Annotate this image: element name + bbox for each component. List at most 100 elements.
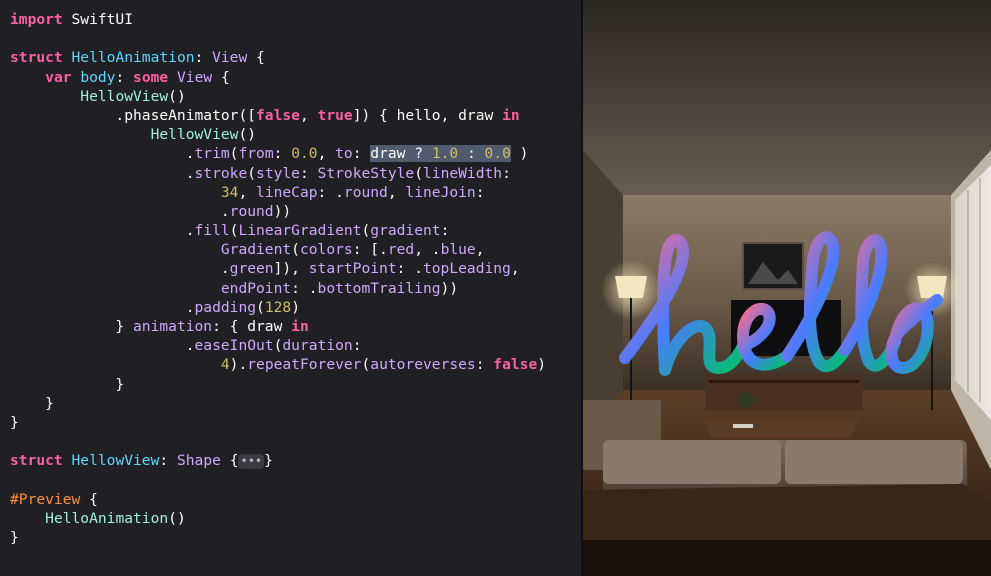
code-token: SwiftUI — [62, 11, 134, 28]
code-token: ( — [361, 356, 371, 374]
code-token: fill — [194, 222, 230, 240]
swift-source-code[interactable]: import SwiftUI struct HelloAnimation: Vi… — [10, 10, 546, 547]
lamp-shade-left — [615, 276, 647, 298]
code-token: topLeading — [422, 260, 511, 278]
table-object — [733, 424, 753, 428]
code-line[interactable]: } — [10, 375, 546, 394]
code-token: lineCap — [256, 183, 318, 201]
code-token: round — [343, 183, 388, 201]
code-token: false — [493, 356, 538, 374]
code-token: View — [177, 68, 213, 86]
code-token: ( — [414, 164, 423, 182]
code-token: struct — [10, 49, 63, 67]
code-line[interactable]: var body: some View { — [10, 68, 546, 87]
code-line[interactable] — [10, 471, 546, 490]
code-token: , — [317, 145, 336, 163]
code-token: lineJoin — [405, 183, 476, 201]
code-token: from — [238, 145, 274, 163]
code-token: . — [10, 202, 230, 220]
code-line[interactable]: } — [10, 528, 546, 547]
code-line[interactable]: .easeInOut(duration: — [10, 336, 546, 355]
code-token: : . — [291, 279, 318, 297]
code-line[interactable]: struct HelloAnimation: View { — [10, 48, 546, 67]
code-line[interactable] — [10, 432, 546, 451]
code-line[interactable]: .green]), startPoint: .topLeading, — [10, 259, 546, 278]
code-line[interactable]: HellowView() — [10, 87, 546, 106]
sofa-cushion-left — [603, 440, 781, 484]
code-token: 1.0 — [431, 145, 459, 163]
code-line[interactable]: .stroke(style: StrokeStyle(lineWidth: — [10, 164, 546, 183]
code-line[interactable]: .fill(LinearGradient(gradient: — [10, 221, 546, 240]
code-token: HelloAnimation — [45, 509, 169, 527]
code-line[interactable]: } animation: { draw in — [10, 317, 546, 336]
code-token: 128 — [264, 298, 292, 316]
code-token: HellowView — [71, 452, 160, 470]
code-token: #Preview — [10, 490, 81, 508]
code-token: } — [10, 375, 125, 393]
code-line[interactable]: } — [10, 413, 546, 432]
code-token: ) — [510, 145, 529, 163]
code-line[interactable]: HellowView() — [10, 125, 546, 144]
code-token: draw ? — [370, 145, 432, 163]
code-line[interactable]: import SwiftUI — [10, 10, 546, 29]
code-token: : — [458, 145, 485, 163]
code-token: : . — [396, 260, 423, 278]
code-token: round — [229, 202, 274, 220]
code-token: padding — [194, 298, 257, 316]
code-token: endPoint — [220, 279, 292, 297]
code-editor[interactable]: import SwiftUI struct HelloAnimation: Vi… — [0, 0, 581, 576]
code-line[interactable]: endPoint: .bottomTrailing)) — [10, 279, 546, 298]
code-token: . — [10, 260, 230, 278]
code-token: ( — [291, 241, 300, 259]
code-line[interactable]: 4).repeatForever(autoreverses: false) — [10, 355, 546, 374]
code-token: easeInOut — [194, 337, 274, 355]
code-token: : — [475, 183, 485, 201]
code-token: Gradient — [220, 241, 292, 259]
code-token: } — [10, 413, 19, 431]
code-token: { — [212, 68, 230, 86]
code-token: in — [502, 106, 520, 124]
code-token: . — [10, 164, 195, 182]
code-line[interactable]: .phaseAnimator([false, true]) { hello, d… — [10, 106, 546, 125]
code-line[interactable]: struct HellowView: Shape {•••} — [10, 451, 546, 470]
code-token: .phaseAnimator([ — [10, 106, 257, 124]
code-token: . — [10, 337, 195, 355]
code-token: : — [352, 337, 362, 355]
code-token: StrokeStyle — [317, 164, 415, 182]
code-line[interactable]: .round)) — [10, 202, 546, 221]
code-token: colors — [299, 241, 353, 259]
code-token: startPoint — [308, 260, 397, 278]
code-token: ) — [291, 298, 300, 316]
code-token: : — [440, 222, 450, 240]
room-scene — [583, 0, 991, 576]
code-line[interactable]: 34, lineCap: .round, lineJoin: — [10, 183, 546, 202]
code-token: animation — [133, 318, 213, 335]
code-token: : { draw — [212, 318, 292, 335]
folded-code-button[interactable]: ••• — [238, 454, 265, 470]
code-line[interactable]: } — [10, 394, 546, 413]
code-line[interactable]: HelloAnimation() — [10, 509, 546, 528]
code-token: } — [10, 318, 134, 335]
tv-stand — [705, 374, 863, 410]
code-token: : — [352, 145, 371, 163]
code-token: , . — [414, 241, 441, 259]
code-line[interactable]: #Preview { — [10, 490, 546, 509]
code-line[interactable] — [10, 29, 546, 48]
code-token: duration — [282, 337, 353, 355]
sofa-cushion-right — [785, 440, 963, 484]
code-line[interactable]: Gradient(colors: [.red, .blue, — [10, 240, 546, 259]
code-token: } — [10, 394, 54, 412]
floor-shadow — [583, 540, 991, 576]
code-line[interactable]: .trim(from: 0.0, to: draw ? 1.0 : 0.0 ) — [10, 144, 546, 163]
code-line[interactable]: .padding(128) — [10, 298, 546, 317]
code-token: true — [317, 106, 353, 124]
code-token: style — [256, 164, 300, 182]
